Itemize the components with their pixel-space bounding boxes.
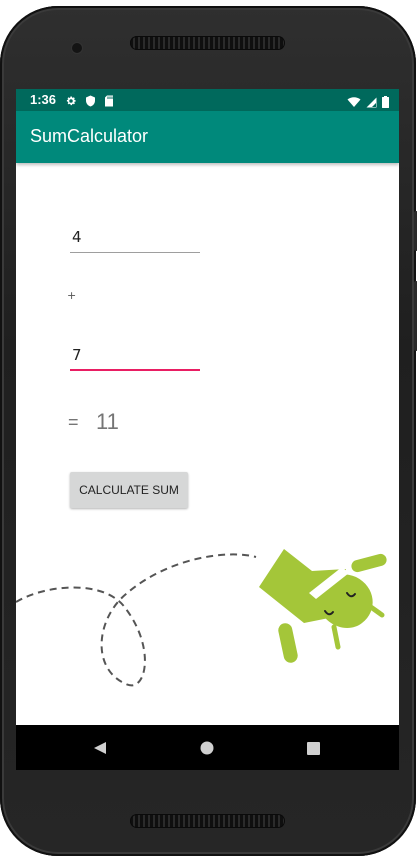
first-number-field[interactable] — [70, 223, 200, 253]
app-bar: SumCalculator — [16, 111, 399, 163]
status-time: 1:36 — [30, 92, 57, 107]
plus-label: + — [67, 289, 77, 302]
navigation-bar — [16, 725, 399, 770]
cell-signal-icon — [366, 93, 377, 112]
status-icons-left — [65, 92, 114, 111]
shield-icon — [85, 92, 96, 111]
app-title: SumCalculator — [30, 126, 149, 146]
home-icon[interactable] — [196, 737, 218, 759]
battery-icon — [382, 93, 389, 112]
wifi-icon — [347, 93, 361, 112]
android-robot-illustration — [16, 549, 387, 687]
calculate-sum-button[interactable]: CALCULATE SUM — [70, 472, 188, 508]
sd-card-icon — [104, 92, 114, 111]
screen: 1:36 SumCalculator 4 + 7 = 11 CALCULATE … — [16, 89, 399, 770]
dashed-trail — [16, 553, 257, 687]
bottom-speaker — [130, 814, 285, 828]
equals-label: = — [68, 412, 79, 432]
status-bar: 1:36 — [16, 89, 399, 111]
status-icons-right — [347, 93, 389, 112]
first-number-input[interactable] — [70, 223, 200, 251]
recents-icon[interactable] — [302, 737, 324, 759]
second-number-underline — [70, 369, 200, 371]
result-value: 11 — [96, 409, 119, 434]
gear-icon — [65, 92, 77, 111]
second-number-input[interactable] — [70, 341, 200, 369]
front-camera — [72, 43, 82, 53]
first-number-underline — [70, 252, 200, 253]
android-robot — [259, 549, 387, 663]
second-number-field[interactable] — [70, 341, 200, 371]
top-speaker — [130, 36, 285, 50]
back-icon[interactable] — [89, 737, 111, 759]
